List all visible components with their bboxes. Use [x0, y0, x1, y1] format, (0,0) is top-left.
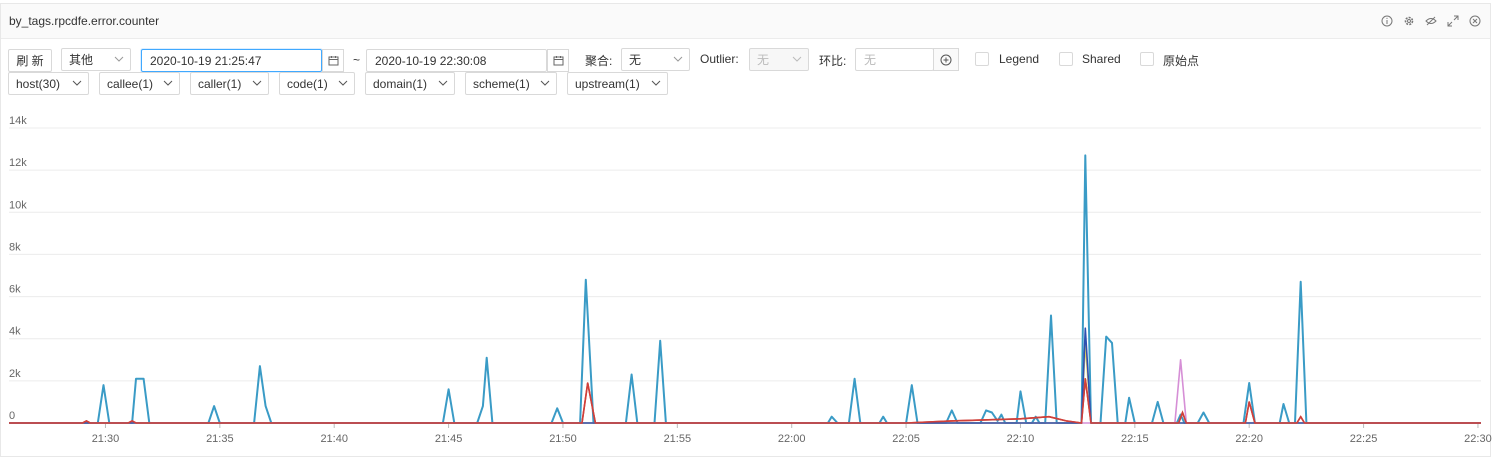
y-tick-label: 4k — [9, 326, 21, 338]
series-line-4 — [9, 327, 1481, 424]
series-line-3 — [9, 342, 1481, 424]
x-tick-label: 21:40 — [320, 433, 348, 445]
y-tick-label: 8k — [9, 241, 21, 253]
series-line-highlight — [9, 378, 1481, 424]
y-tick-label: 14k — [9, 115, 27, 127]
y-tick-label: 6k — [9, 284, 21, 296]
y-tick-label: 2k — [9, 368, 21, 380]
series-line-0 — [9, 154, 1481, 424]
y-tick-label: 10k — [9, 199, 27, 211]
x-tick-label: 22:20 — [1235, 433, 1263, 445]
timeseries-chart[interactable]: 0 2k 4k 6k 8k 10k 12k 14k 21:30 21:35 21:40 21:45 21… — [0, 0, 1493, 462]
x-tick-label: 21:35 — [206, 433, 234, 445]
x-tick-label: 22:00 — [778, 433, 806, 445]
series-line-1 — [9, 378, 1481, 424]
series-line-2 — [9, 359, 1481, 424]
x-tick-label: 21:50 — [549, 433, 577, 445]
x-tick-label: 21:30 — [92, 433, 120, 445]
x-tick-label: 22:05 — [892, 433, 920, 445]
x-tick-label: 22:15 — [1121, 433, 1149, 445]
x-tick-label: 22:30 — [1464, 433, 1492, 445]
x-tick-label: 22:25 — [1350, 433, 1378, 445]
y-tick-label: 0 — [9, 410, 15, 422]
x-tick-label: 22:10 — [1007, 433, 1035, 445]
x-tick-label: 21:55 — [664, 433, 692, 445]
x-tick-label: 21:45 — [435, 433, 463, 445]
y-tick-label: 12k — [9, 157, 27, 169]
